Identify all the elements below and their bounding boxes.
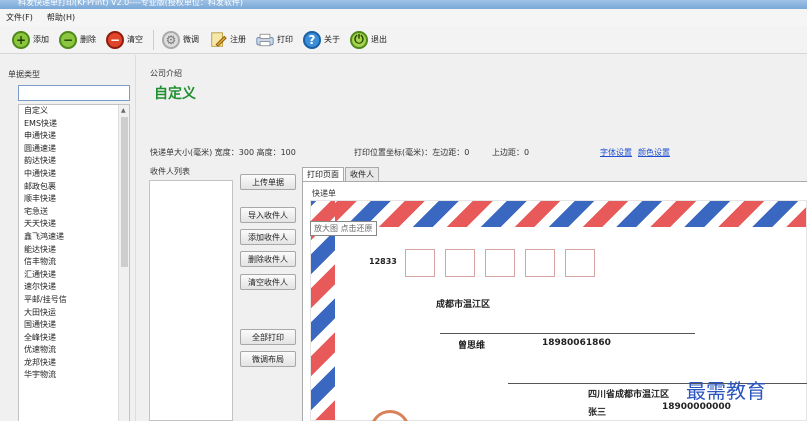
zip-box (565, 249, 595, 277)
list-item[interactable]: 韵达快递 (19, 155, 129, 168)
exit-button-label: 退出 (371, 35, 387, 44)
print-button[interactable]: 打印 (256, 31, 293, 49)
list-item[interactable]: 圆通速递 (19, 143, 129, 156)
list-item[interactable]: 能达快递 (19, 244, 129, 257)
clear-icon: − (106, 30, 124, 49)
company-label: 公司介绍 (150, 69, 182, 78)
font-settings-link[interactable]: 字体设置 (600, 147, 632, 158)
print-all-button[interactable]: 全部打印 (240, 329, 296, 345)
toolbar-separator (153, 29, 154, 50)
sender-underline (440, 333, 695, 334)
list-item[interactable]: 邮政包裹 (19, 181, 129, 194)
top-margin-info: 上边距：0 (492, 148, 530, 157)
sender-phone-field[interactable]: 18980061860 (542, 338, 611, 348)
menu-file[interactable]: 文件(F) (6, 12, 33, 23)
receiver-name-field[interactable]: 张三 (588, 405, 606, 418)
list-item[interactable]: 申通快递 (19, 130, 129, 143)
delete-button-label: 删除 (80, 35, 96, 44)
sheet-label: 快递单 (312, 189, 336, 198)
sender-city-field[interactable]: 成都市温江区 (436, 297, 490, 310)
gear-icon: ⚙ (162, 30, 180, 49)
menu-bar: 文件(F) 帮助(H) (0, 9, 807, 26)
list-item[interactable]: 顺丰快递 (19, 193, 129, 206)
scroll-up-icon[interactable]: ▲ (121, 107, 126, 114)
list-item[interactable]: 宅急送 (19, 206, 129, 219)
title-bar: 科发快递单打印(KFPrint) V2.0----专业版(授权单位：科发软件) (0, 0, 807, 9)
list-item[interactable]: 自定义 (19, 105, 129, 118)
zip-box (525, 249, 555, 277)
receiver-address-field[interactable]: 四川省成都市温江区 (588, 387, 669, 400)
zip-box (405, 249, 435, 277)
add-receiver-button[interactable]: 添加收件人 (240, 229, 296, 245)
sheet-size-info: 快递单大小(毫米) 宽度：300 高度：100 (150, 148, 296, 157)
plus-icon: + (12, 30, 30, 49)
tab-strip: 打印页面 收件人 (302, 167, 380, 181)
printer-icon (256, 31, 274, 49)
delete-receiver-button[interactable]: 删除收件人 (240, 251, 296, 267)
color-settings-link[interactable]: 颜色设置 (638, 147, 670, 158)
list-item[interactable]: 鑫飞鸿速递 (19, 231, 129, 244)
import-receiver-button[interactable]: 导入收件人 (240, 207, 296, 223)
delete-button[interactable]: − 删除 (59, 30, 96, 49)
zip-code-field[interactable]: 12833 (369, 257, 397, 266)
tab-receiver[interactable]: 收件人 (345, 167, 379, 181)
list-item[interactable]: 平邮/挂号信 (19, 294, 129, 307)
zip-box (445, 249, 475, 277)
add-button[interactable]: + 添加 (12, 30, 49, 49)
list-item[interactable]: 龙邦快递 (19, 357, 129, 370)
list-item[interactable]: 国通快递 (19, 319, 129, 332)
list-item[interactable]: 速尔快递 (19, 281, 129, 294)
adjust-button[interactable]: ⚙ 微调 (162, 30, 199, 49)
register-button-label: 注册 (230, 35, 246, 44)
company-name: 自定义 (154, 86, 196, 102)
menu-help[interactable]: 帮助(H) (47, 12, 75, 23)
type-list[interactable]: 自定义 EMS快递 申通快递 圆通速递 韵达快递 中通快递 邮政包裹 顺丰快递 … (18, 104, 130, 421)
sidebar-heading: 单据类型 (8, 70, 40, 79)
about-button[interactable]: ? 关于 (303, 30, 340, 49)
scroll-thumb[interactable] (121, 117, 128, 267)
list-item[interactable]: 大田快运 (19, 307, 129, 320)
list-item[interactable]: 中通快递 (19, 168, 129, 181)
sender-name-field[interactable]: 曾思维 (458, 338, 485, 351)
tab-print-page[interactable]: 打印页面 (302, 167, 344, 181)
print-offset-info: 打印位置坐标(毫米)：左边距：0 (354, 148, 470, 157)
airmail-border-top (311, 201, 806, 227)
list-item[interactable]: EMS快递 (19, 118, 129, 131)
zoom-tooltip: 放大图 点击还原 (310, 221, 377, 236)
adjust-button-label: 微调 (183, 35, 199, 44)
register-button[interactable]: 注册 (209, 31, 246, 49)
window-title: 科发快递单打印(KFPrint) V2.0----专业版(授权单位：科发软件) (18, 0, 244, 7)
type-filter-input[interactable] (18, 85, 130, 101)
power-icon: ⏻ (350, 30, 368, 49)
help-icon: ? (303, 30, 321, 49)
register-icon (209, 31, 227, 49)
toolbar: + 添加 − 删除 − 清空 ⚙ 微调 注册 打印 ? 关于 ⏻ 退出 (0, 26, 807, 54)
zip-box (485, 249, 515, 277)
about-button-label: 关于 (324, 35, 340, 44)
list-item[interactable]: 汇通快递 (19, 269, 129, 282)
add-button-label: 添加 (33, 35, 49, 44)
clear-button-label: 清空 (127, 35, 143, 44)
exit-button[interactable]: ⏻ 退出 (350, 30, 387, 49)
watermark: 最需教育 (686, 379, 766, 403)
print-button-label: 打印 (277, 35, 293, 44)
list-item[interactable]: 华宇物流 (19, 369, 129, 382)
adjust-layout-button[interactable]: 微调布局 (240, 351, 296, 367)
list-item[interactable]: 优速物流 (19, 344, 129, 357)
sidebar: 单据类型 自定义 EMS快递 申通快递 圆通速递 韵达快递 中通快递 邮政包裹 … (0, 55, 136, 421)
upload-sheet-button[interactable]: 上传单据 (240, 174, 296, 190)
receiver-list-label: 收件人列表 (150, 167, 190, 176)
list-item[interactable]: 信丰物流 (19, 256, 129, 269)
list-item[interactable]: 全峰快递 (19, 332, 129, 345)
receiver-list[interactable] (149, 180, 233, 421)
list-item[interactable]: 天天快递 (19, 218, 129, 231)
clear-button[interactable]: − 清空 (106, 30, 143, 49)
list-scrollbar[interactable]: ▲ (118, 105, 129, 421)
clear-receiver-button[interactable]: 清空收件人 (240, 274, 296, 290)
minus-icon: − (59, 30, 77, 49)
